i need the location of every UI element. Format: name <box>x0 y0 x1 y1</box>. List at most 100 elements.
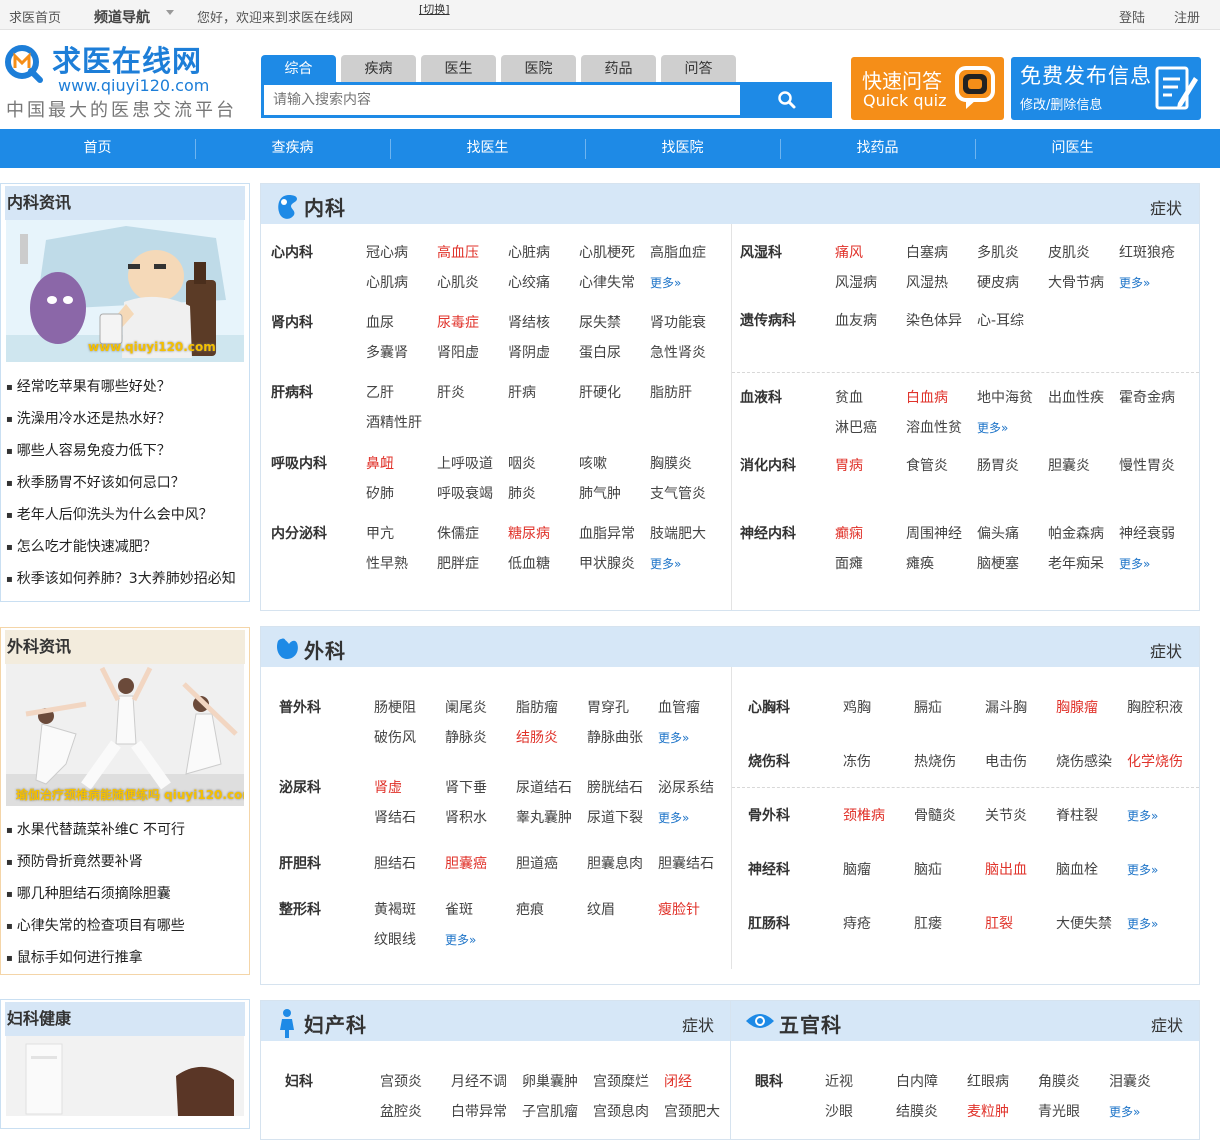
disease-link[interactable]: 痔疮 <box>843 913 871 933</box>
chevron-down-icon[interactable] <box>166 10 174 15</box>
disease-link[interactable]: 月经不调 <box>451 1071 507 1091</box>
disease-link[interactable]: 胆道癌 <box>516 853 558 873</box>
switch-link[interactable]: [切换] <box>419 1 450 17</box>
disease-link[interactable]: 胸膜炎 <box>650 453 692 473</box>
disease-link[interactable]: 乙肝 <box>366 382 394 402</box>
disease-link[interactable]: 风湿病 <box>835 272 877 292</box>
disease-link[interactable]: 结肠炎 <box>516 727 558 747</box>
list-item[interactable]: 鼠标手如何进行推拿 <box>6 942 185 974</box>
disease-link[interactable]: 上呼吸道 <box>437 453 493 473</box>
disease-link[interactable]: 冠心病 <box>366 242 408 262</box>
disease-link[interactable]: 低血糖 <box>508 553 550 573</box>
more-link[interactable]: 更多» <box>650 274 681 291</box>
gyn-news-title[interactable]: 妇科健康 <box>5 1002 245 1036</box>
department-name[interactable]: 风湿科 <box>740 242 782 262</box>
search-button[interactable] <box>743 82 832 118</box>
list-item[interactable]: 水果代替蔬菜补维C 不可行 <box>6 814 185 846</box>
disease-link[interactable]: 神经衰弱 <box>1119 523 1175 543</box>
search-tab-medicine[interactable]: 药品 <box>581 55 656 82</box>
more-link[interactable]: 更多» <box>1127 861 1158 878</box>
disease-link[interactable]: 肢端肥大 <box>650 523 706 543</box>
list-item[interactable]: 经常吃苹果有哪些好处？ <box>6 371 236 403</box>
disease-link[interactable]: 瘦脸针 <box>658 899 700 919</box>
disease-link[interactable]: 肺炎 <box>508 483 536 503</box>
disease-link[interactable]: 帕金森病 <box>1048 523 1104 543</box>
disease-link[interactable]: 痛风 <box>835 242 863 262</box>
disease-link[interactable]: 红斑狼疮 <box>1119 242 1175 262</box>
disease-link[interactable]: 胸腔积液 <box>1127 697 1183 717</box>
disease-link[interactable]: 高脂血症 <box>650 242 706 262</box>
list-item[interactable]: 哪几种胆结石须摘除胆囊 <box>6 878 185 910</box>
disease-link[interactable]: 周围神经 <box>906 523 962 543</box>
disease-link[interactable]: 心肌梗死 <box>579 242 635 262</box>
department-name[interactable]: 肛肠科 <box>748 913 790 933</box>
list-item[interactable]: 哪些人容易免疫力低下？ <box>6 435 236 467</box>
disease-link[interactable]: 卵巢囊肿 <box>522 1071 578 1091</box>
disease-link[interactable]: 溶血性贫 <box>906 417 962 437</box>
disease-link[interactable]: 膀胱结石 <box>587 777 643 797</box>
search-input[interactable] <box>264 85 740 115</box>
disease-link[interactable]: 血脂异常 <box>579 523 635 543</box>
disease-link[interactable]: 肥胖症 <box>437 553 479 573</box>
more-link[interactable]: 更多» <box>658 729 689 746</box>
disease-link[interactable]: 白内障 <box>896 1071 938 1091</box>
disease-link[interactable]: 脊柱裂 <box>1056 805 1098 825</box>
search-tab-doctor[interactable]: 医生 <box>421 55 496 82</box>
disease-link[interactable]: 多肌炎 <box>977 242 1019 262</box>
more-link[interactable]: 更多» <box>1109 1103 1140 1120</box>
disease-link[interactable]: 肾虚 <box>374 777 402 797</box>
department-name[interactable]: 骨外科 <box>748 805 790 825</box>
disease-link[interactable]: 胆囊炎 <box>1048 455 1090 475</box>
disease-link[interactable]: 尿毒症 <box>437 312 479 332</box>
disease-link[interactable]: 肛瘘 <box>914 913 942 933</box>
channel-nav-link[interactable]: 频道导航 <box>94 7 150 27</box>
disease-link[interactable]: 肠梗阻 <box>374 697 416 717</box>
more-link[interactable]: 更多» <box>445 931 476 948</box>
disease-link[interactable]: 多囊肾 <box>366 342 408 362</box>
more-link[interactable]: 更多» <box>650 555 681 572</box>
department-name[interactable]: 心胸科 <box>748 697 790 717</box>
disease-link[interactable]: 纹眼线 <box>374 929 416 949</box>
disease-link[interactable]: 蛋白尿 <box>579 342 621 362</box>
list-item[interactable]: 洗澡用冷水还是热水好？ <box>6 403 236 435</box>
department-name[interactable]: 遗传病科 <box>740 310 796 330</box>
disease-link[interactable]: 咳嗽 <box>579 453 607 473</box>
search-tab-hospital[interactable]: 医院 <box>501 55 576 82</box>
disease-link[interactable]: 宫颈糜烂 <box>593 1071 649 1091</box>
disease-link[interactable]: 心律失常 <box>579 272 635 292</box>
disease-link[interactable]: 霍奇金病 <box>1119 387 1175 407</box>
disease-link[interactable]: 肾积水 <box>445 807 487 827</box>
disease-link[interactable]: 静脉曲张 <box>587 727 643 747</box>
disease-link[interactable]: 咽炎 <box>508 453 536 473</box>
disease-link[interactable]: 胆结石 <box>374 853 416 873</box>
disease-link[interactable]: 老年痴呆 <box>1048 553 1104 573</box>
disease-link[interactable]: 矽肺 <box>366 483 394 503</box>
disease-link[interactable]: 甲状腺炎 <box>579 553 635 573</box>
disease-link[interactable]: 睾丸囊肿 <box>516 807 572 827</box>
internal-news-title[interactable]: 内科资讯 <box>5 186 245 220</box>
disease-link[interactable]: 宫颈肥大 <box>664 1101 720 1121</box>
search-tab-general[interactable]: 综合 <box>261 55 336 82</box>
disease-link[interactable]: 尿道结石 <box>516 777 572 797</box>
disease-link[interactable]: 肾结核 <box>508 312 550 332</box>
disease-link[interactable]: 食管炎 <box>906 455 948 475</box>
department-name[interactable]: 肝胆科 <box>279 853 321 873</box>
disease-link[interactable]: 脂肪肝 <box>650 382 692 402</box>
disease-link[interactable]: 性早熟 <box>366 553 408 573</box>
disease-link[interactable]: 鸡胸 <box>843 697 871 717</box>
disease-link[interactable]: 肠胃炎 <box>977 455 1019 475</box>
disease-link[interactable]: 胃病 <box>835 455 863 475</box>
search-tab-disease[interactable]: 疾病 <box>341 55 416 82</box>
disease-link[interactable]: 角膜炎 <box>1038 1071 1080 1091</box>
disease-link[interactable]: 纹眉 <box>587 899 615 919</box>
disease-link[interactable]: 心肌炎 <box>437 272 479 292</box>
disease-link[interactable]: 白带异常 <box>451 1101 507 1121</box>
list-item[interactable]: 秋季该如何养肺？3大养肺妙招必知 <box>6 563 236 595</box>
disease-link[interactable]: 酒精性肝 <box>366 412 422 432</box>
disease-link[interactable]: 宫颈炎 <box>380 1071 422 1091</box>
disease-link[interactable]: 麦粒肿 <box>967 1101 1009 1121</box>
disease-link[interactable]: 甲亢 <box>366 523 394 543</box>
disease-link[interactable]: 高血压 <box>437 242 479 262</box>
panel-title[interactable]: 外科 <box>304 635 346 664</box>
disease-link[interactable]: 胆囊癌 <box>445 853 487 873</box>
